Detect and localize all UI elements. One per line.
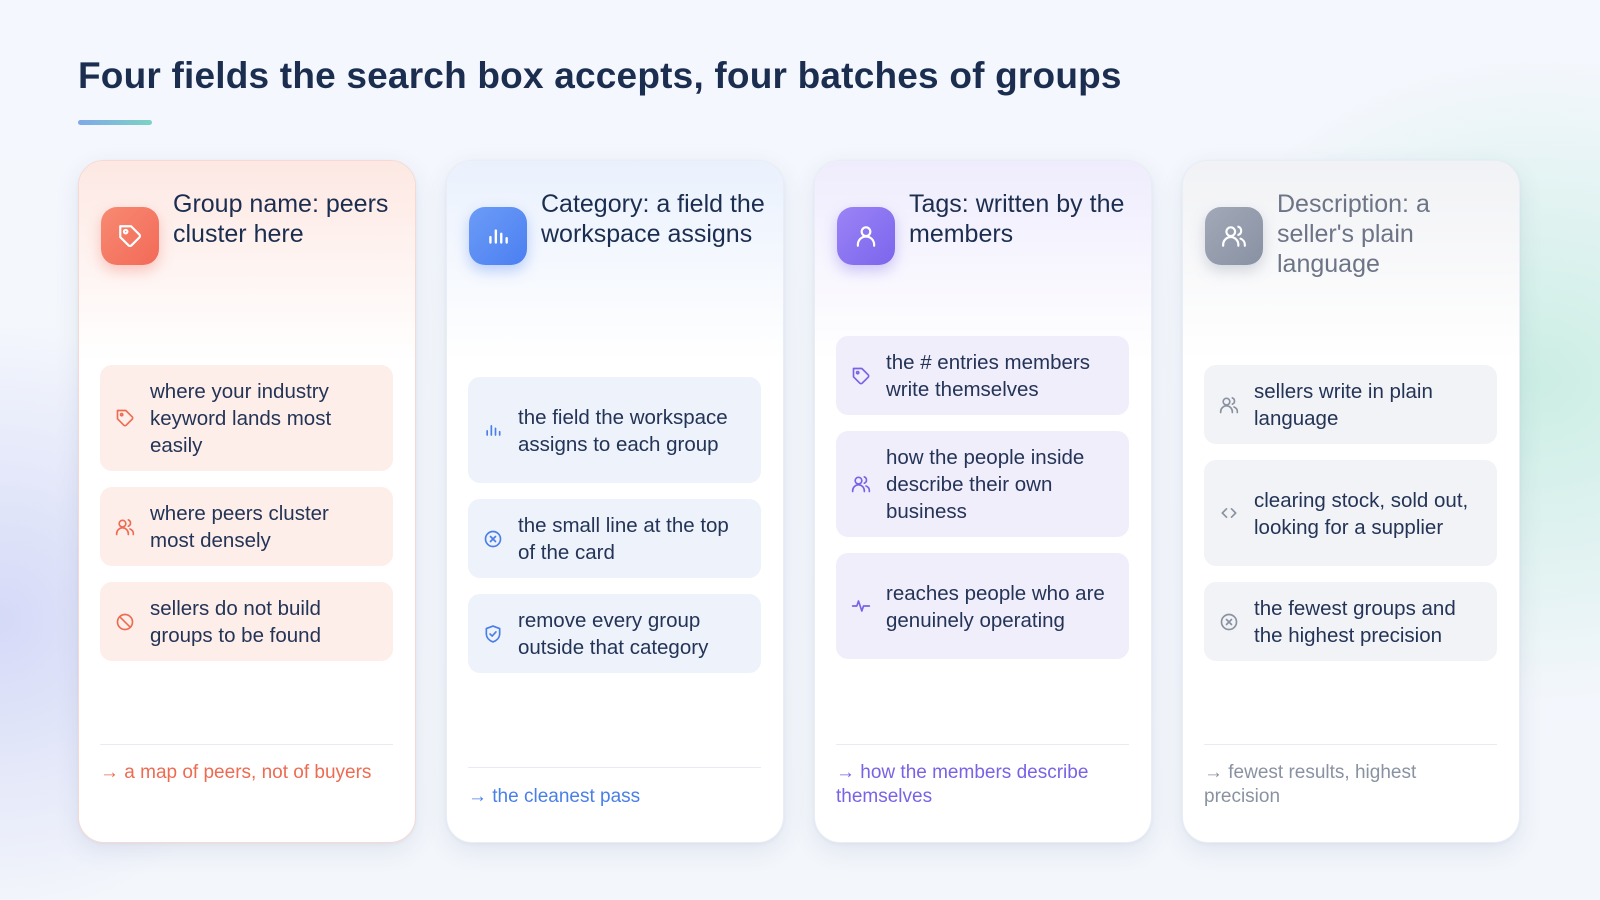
card-footer: → the cleanest pass <box>468 786 641 807</box>
card-footer: → a map of peers, not of buyers <box>100 762 372 783</box>
list-item: the # entries members write themselves <box>836 336 1129 415</box>
item-text: sellers write in plain language <box>1254 380 1433 430</box>
bar-chart-icon <box>482 419 504 441</box>
list-item: reaches people who are genuinely operati… <box>836 553 1129 659</box>
list-item: how the people inside describe their own… <box>836 431 1129 537</box>
x-circle-icon <box>482 528 504 550</box>
item-text: remove every group outside that category <box>518 609 709 659</box>
page-title: Four fields the search box accepts, four… <box>78 55 1122 96</box>
item-text: the small line at the top of the card <box>518 514 729 564</box>
list-item: sellers do not build groups to be found <box>100 582 393 661</box>
title-underline <box>78 120 152 125</box>
list-item: remove every group outside that category <box>468 594 761 673</box>
item-list: the field the workspace assigns to each … <box>468 377 761 689</box>
users-icon <box>850 473 872 495</box>
list-item: clearing stock, sold out, looking for a … <box>1204 460 1497 566</box>
x-circle-icon <box>1218 611 1240 633</box>
list-item: the fewest groups and the highest precis… <box>1204 582 1497 661</box>
tag-icon <box>114 407 136 429</box>
divider <box>100 744 393 745</box>
divider <box>836 744 1129 745</box>
list-item: sellers write in plain language <box>1204 365 1497 444</box>
list-item: the field the workspace assigns to each … <box>468 377 761 483</box>
item-text: where your industry keyword lands most e… <box>150 380 332 457</box>
card-title: Description: a seller's plain language <box>1277 190 1430 278</box>
tag-icon <box>850 365 872 387</box>
list-item: where peers cluster most densely <box>100 487 393 566</box>
card-title: Group name: peers cluster here <box>173 190 389 248</box>
code-icon <box>1218 502 1240 524</box>
card-group-name: Group name: peers cluster here where you… <box>78 160 416 843</box>
item-text: the fewest groups and the highest precis… <box>1254 597 1456 647</box>
card-footer: → fewest results, highest precision <box>1204 762 1417 807</box>
item-text: reaches people who are genuinely operati… <box>886 581 1105 632</box>
item-list: where your industry keyword lands most e… <box>100 365 393 677</box>
card-title: Category: a field the workspace assigns <box>541 190 765 248</box>
item-list: the # entries members write themselves h… <box>836 336 1129 675</box>
item-text: clearing stock, sold out, looking for a … <box>1254 488 1469 539</box>
card-category: Category: a field the workspace assigns … <box>446 160 784 843</box>
divider <box>1204 744 1497 745</box>
list-item: the small line at the top of the card <box>468 499 761 578</box>
item-text: the field the workspace assigns to each … <box>518 405 728 456</box>
item-text: where peers cluster most densely <box>150 502 329 552</box>
bar-chart-icon <box>469 207 527 265</box>
user-icon <box>837 207 895 265</box>
item-text: how the people inside describe their own… <box>886 446 1085 523</box>
item-text: the # entries members write themselves <box>886 351 1090 401</box>
item-text: sellers do not build groups to be found <box>150 597 321 647</box>
card-title: Tags: written by the members <box>909 190 1125 248</box>
list-item: where your industry keyword lands most e… <box>100 365 393 471</box>
item-list: sellers write in plain language clearing… <box>1204 365 1497 677</box>
tag-icon <box>101 207 159 265</box>
users-icon <box>1205 207 1263 265</box>
divider <box>468 767 761 768</box>
pulse-icon <box>850 595 872 617</box>
ban-icon <box>114 611 136 633</box>
shield-check-icon <box>482 623 504 645</box>
card-description: Description: a seller's plain language s… <box>1182 160 1520 843</box>
users-icon <box>114 516 136 538</box>
users-icon <box>1218 394 1240 416</box>
card-footer: → how the members describe themselves <box>836 762 1089 807</box>
card-tags: Tags: written by the members the # entri… <box>814 160 1152 843</box>
